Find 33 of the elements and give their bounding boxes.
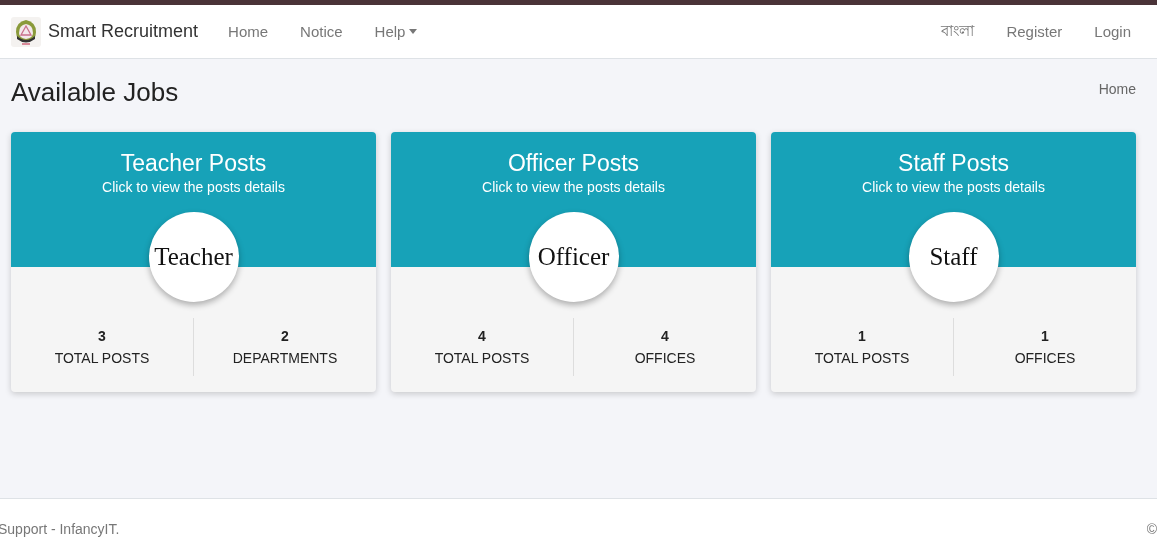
stat-value: 3 (97, 328, 107, 344)
stat-label: TOTAL POSTS (433, 350, 531, 366)
card-title: Teacher Posts (119, 150, 268, 177)
stat-label: TOTAL POSTS (53, 350, 151, 366)
job-card[interactable]: Staff Posts Click to view the posts details Staff 1 TOTAL POSTS 1 OFFICES (771, 132, 1136, 392)
card-title: Staff Posts (897, 150, 1010, 177)
stat-label: TOTAL POSTS (813, 350, 911, 366)
stat-value: 1 (857, 328, 867, 344)
stat-value: 2 (280, 328, 290, 344)
card-subtitle: Click to view the posts details (861, 179, 1046, 195)
stat-label: OFFICES (633, 350, 697, 366)
stat-value: 4 (477, 328, 487, 344)
job-card[interactable]: Teacher Posts Click to view the posts details Teacher 3 TOTAL POSTS 2 DEPARTMENTS (11, 132, 376, 392)
card-title: Officer Posts (506, 150, 641, 177)
logo-icon (10, 15, 42, 48)
stat-label: DEPARTMENTS (231, 350, 339, 366)
page-title: Available Jobs (11, 76, 179, 108)
nav-link[interactable]: Home (212, 23, 285, 40)
job-card[interactable]: Officer Posts Click to view the posts details Officer 4 TOTAL POSTS 4 OFFICES (391, 132, 756, 392)
breadcrumb-link[interactable]: Home (1098, 81, 1136, 97)
caret-icon (409, 29, 418, 34)
nav-link[interactable]: Notice (284, 23, 359, 40)
stat-value: 4 (660, 328, 670, 344)
nav-link[interactable]: বাংলা (925, 19, 991, 44)
card-subtitle: Click to view the posts details (101, 179, 286, 195)
copyright-text: © (1146, 520, 1157, 537)
nav-link[interactable]: Register (990, 23, 1079, 40)
card-subtitle: Click to view the posts details (481, 179, 666, 195)
stat-value: 1 (1040, 328, 1050, 344)
stat-label: OFFICES (1013, 350, 1077, 366)
nav-link[interactable]: Help (358, 23, 434, 40)
brand-name[interactable]: Smart Recruitment (48, 21, 199, 42)
nav-link[interactable]: Login (1078, 23, 1147, 40)
